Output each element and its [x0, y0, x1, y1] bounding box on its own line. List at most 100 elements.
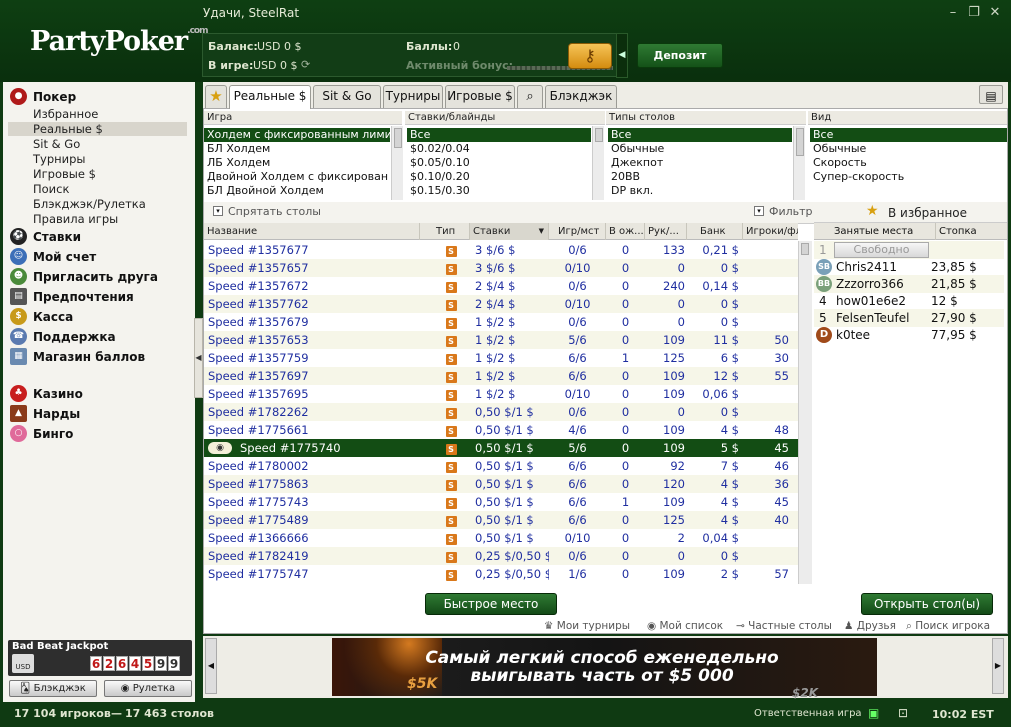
- table-row[interactable]: Speed #1366666 S 0,50 $/1 $ 0/10 0 2 0,04 $: [204, 529, 798, 547]
- seat-row[interactable]: 4 how01e6e2 12 $: [814, 292, 1004, 310]
- find-player-link[interactable]: ⌕ Поиск игрока: [906, 620, 990, 633]
- list-item[interactable]: Холдем с фиксированным лими: [204, 128, 390, 142]
- add-favorite-star-icon[interactable]: ★: [866, 203, 879, 219]
- view-toggle-icon[interactable]: ▤: [979, 85, 1003, 104]
- table-row[interactable]: Speed #1357697 S 1 $/2 $ 6/6 0 109 12 $ 55: [204, 367, 798, 385]
- scroll-thumb[interactable]: [796, 128, 804, 156]
- maximize-icon[interactable]: ❐: [966, 6, 982, 20]
- list-item[interactable]: ЛБ Холдем: [204, 156, 390, 170]
- list-item[interactable]: Все: [810, 128, 1007, 142]
- nav-points-shop[interactable]: ▦ Магазин баллов: [10, 348, 145, 365]
- hide-tables-toggle-icon[interactable]: ▾: [213, 206, 223, 216]
- list-item[interactable]: Джекпот: [608, 156, 792, 170]
- table-row[interactable]: Speed #1357677 S 3 $/6 $ 0/6 0 133 0,21 $: [204, 241, 798, 259]
- filter-label[interactable]: Фильтр: [769, 205, 813, 218]
- table-row[interactable]: Speed #1780002 S 0,50 $/1 $ 6/6 0 92 7 $ 46: [204, 457, 798, 475]
- seat-row[interactable]: SB Chris2411 23,85 $: [814, 258, 1004, 276]
- promo-banner[interactable]: $5K $2K Самый легкий способ еженедельно …: [332, 638, 877, 700]
- banner-next-icon[interactable]: ▶: [992, 638, 1004, 694]
- game-list-scrollbar[interactable]: [391, 126, 403, 200]
- col-waiting[interactable]: В ож...: [606, 223, 645, 240]
- monitor-icon[interactable]: ▣: [868, 706, 879, 720]
- banner-prev-icon[interactable]: ◀: [205, 638, 217, 694]
- col-stakes[interactable]: Ставки ▼: [470, 223, 549, 240]
- stakes-list-scrollbar[interactable]: [592, 126, 604, 200]
- seat-row[interactable]: 5 FelsenTeufel 27,90 $: [814, 309, 1004, 327]
- key-icon[interactable]: ⚷: [568, 43, 612, 69]
- favorites-star-icon[interactable]: ★: [205, 85, 227, 108]
- table-row[interactable]: Speed #1357762 S 2 $/4 $ 0/10 0 0 0 $: [204, 295, 798, 313]
- seat-row[interactable]: BB Zzzorro366 21,85 $: [814, 275, 1004, 293]
- quick-seat-button[interactable]: Быстрое место: [425, 593, 557, 615]
- lock-icon[interactable]: ⊡: [898, 706, 908, 720]
- col-hands[interactable]: Рук/...: [645, 223, 687, 240]
- minimize-icon[interactable]: –: [945, 6, 961, 20]
- tab-blackjack[interactable]: Блэкджэк: [545, 85, 617, 108]
- nav-poker[interactable]: ● Покер: [10, 88, 76, 105]
- list-item[interactable]: $0.15/0.30: [407, 184, 591, 198]
- nav-support[interactable]: ☎ Поддержка: [10, 328, 116, 345]
- list-item[interactable]: $0.10/0.20: [407, 170, 591, 184]
- nav-search[interactable]: Поиск: [33, 182, 69, 196]
- table-row[interactable]: Speed #1357653 S 1 $/2 $ 5/6 0 109 11 $ 50: [204, 331, 798, 349]
- blackjack-button[interactable]: 🂡 Блэкджэк: [9, 680, 97, 697]
- col-pot[interactable]: Банк: [687, 223, 743, 240]
- nav-favorites[interactable]: Избранное: [33, 107, 98, 121]
- nav-bingo[interactable]: ○ Бинго: [10, 425, 73, 442]
- nav-blackjack-roulette[interactable]: Блэкджэк/Рулетка: [33, 197, 146, 211]
- collapse-arrow-icon[interactable]: ◀: [616, 33, 628, 78]
- refresh-icon[interactable]: ⟳: [301, 58, 310, 71]
- tab-tournaments[interactable]: Турниры: [383, 85, 443, 108]
- table-row[interactable]: Speed #1775489 S 0,50 $/1 $ 6/6 0 125 4 $ 40: [204, 511, 798, 529]
- nav-preferences[interactable]: ▤ Предпочтения: [10, 288, 134, 305]
- nav-backgammon[interactable]: ▲ Нарды: [10, 405, 80, 422]
- table-row[interactable]: ◉ Speed #1775740 S 0,50 $/1 $5/6 0 109 5 $45: [204, 439, 798, 457]
- list-item[interactable]: Обычные: [810, 142, 1007, 156]
- table-row[interactable]: Speed #1775863 S 0,50 $/1 $ 6/6 0 120 4 $ 36: [204, 475, 798, 493]
- friends-link[interactable]: ♟ Друзья: [844, 620, 896, 632]
- nav-tournaments[interactable]: Турниры: [33, 152, 86, 166]
- scroll-thumb[interactable]: [595, 128, 603, 142]
- table-row[interactable]: Speed #1775743 S 0,50 $/1 $ 6/6 1 109 4 $ 45: [204, 493, 798, 511]
- nav-account[interactable]: ☺ Мой счет: [10, 248, 96, 265]
- table-row[interactable]: Speed #1357657 S 3 $/6 $ 0/10 0 0 0 $: [204, 259, 798, 277]
- open-tables-button[interactable]: Открыть стол(ы): [861, 593, 993, 615]
- list-item[interactable]: $0.05/0.10: [407, 156, 591, 170]
- list-item[interactable]: БЛ Холдем: [204, 142, 390, 156]
- nav-bets[interactable]: ⚽ Ставки: [10, 228, 81, 245]
- nav-rules[interactable]: Правила игры: [33, 212, 118, 226]
- seat-row[interactable]: Dk0tee 77,95 $: [814, 326, 1004, 344]
- types-list-scrollbar[interactable]: [793, 126, 805, 200]
- list-item[interactable]: $0.02/0.04: [407, 142, 591, 156]
- tab-play-money[interactable]: Игровые $: [445, 85, 515, 108]
- search-icon[interactable]: ⌕: [517, 85, 543, 108]
- nav-play-money[interactable]: Игровые $: [33, 167, 96, 181]
- table-row[interactable]: Speed #1357672 S 2 $/4 $ 0/6 0 240 0,14 $: [204, 277, 798, 295]
- sidebar-collapse-handle[interactable]: ◀: [194, 318, 203, 398]
- nav-invite[interactable]: ☻ Пригласить друга: [10, 268, 158, 285]
- close-icon[interactable]: ✕: [987, 6, 1003, 20]
- table-row[interactable]: Speed #1775747 S 0,25 $/0,50 $ 1/6 0 109 2 $ 57: [204, 565, 798, 583]
- add-to-favorites-label[interactable]: В избранное: [888, 206, 967, 220]
- hide-tables-label[interactable]: Спрятать столы: [228, 205, 321, 218]
- nav-casino[interactable]: ♣ Казино: [10, 385, 83, 402]
- filter-toggle-icon[interactable]: ▾: [754, 206, 764, 216]
- scroll-thumb[interactable]: [394, 128, 402, 148]
- private-tables-link[interactable]: ⊸ Частные столы: [736, 620, 832, 632]
- list-item[interactable]: Двойной Холдем с фиксирован: [204, 170, 390, 184]
- nav-sit-and-go[interactable]: Sit & Go: [33, 137, 80, 151]
- responsible-gaming-link[interactable]: Ответственная игра: [754, 708, 862, 719]
- list-item[interactable]: Обычные: [608, 142, 792, 156]
- tab-real-money[interactable]: Реальные $: [229, 85, 311, 109]
- nav-real-money[interactable]: Реальные $: [33, 122, 103, 136]
- table-row[interactable]: Speed #1357759 S 1 $/2 $ 6/6 1 125 6 $ 30: [204, 349, 798, 367]
- my-list-link[interactable]: ◉ Мой список: [647, 620, 723, 632]
- tab-sit-and-go[interactable]: Sit & Go: [313, 85, 381, 108]
- list-item[interactable]: БЛ Двойной Холдем: [204, 184, 390, 198]
- free-seat-button[interactable]: Свободно: [834, 242, 929, 258]
- list-item[interactable]: 20BB: [608, 170, 792, 184]
- list-item[interactable]: Скорость: [810, 156, 1007, 170]
- table-row[interactable]: Speed #1357695 S 1 $/2 $ 0/10 0 109 0,06 $: [204, 385, 798, 403]
- list-item[interactable]: Все: [608, 128, 792, 142]
- list-item[interactable]: DP вкл.: [608, 184, 792, 198]
